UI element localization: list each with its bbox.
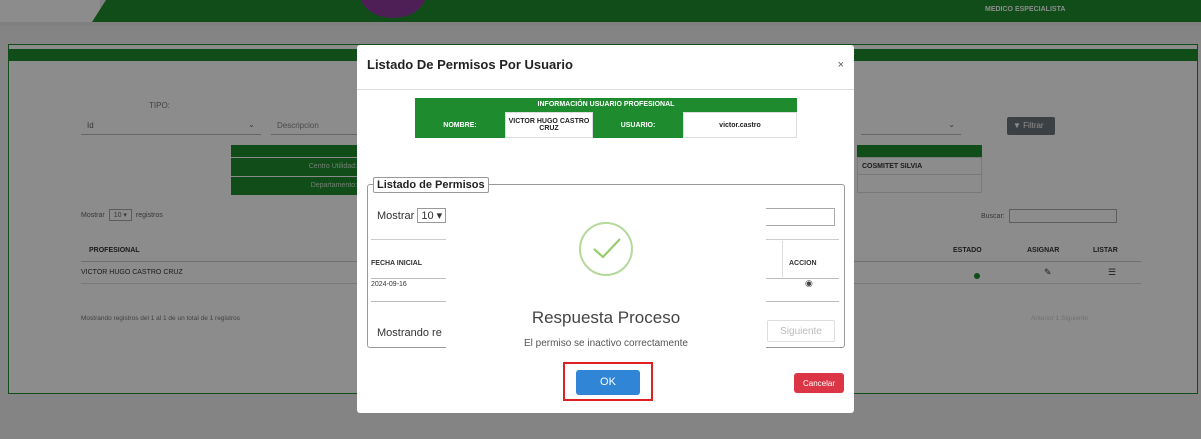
col-fecha-inicial[interactable]: FECHA INICIAL bbox=[371, 260, 422, 267]
nombre-label: NOMBRE: bbox=[415, 112, 505, 138]
user-info-header: INFORMACIÓN USUARIO PROFESIONAL bbox=[415, 98, 797, 112]
ok-highlight: OK bbox=[563, 362, 653, 401]
modal-search-input[interactable] bbox=[765, 208, 835, 226]
toggle-radio-icon[interactable]: ◉ bbox=[805, 278, 813, 289]
user-info-row: NOMBRE: VICTOR HUGO CASTRO CRUZ USUARIO:… bbox=[415, 112, 797, 138]
usuario-value: victor.castro bbox=[683, 112, 797, 138]
alert-title: Respuesta Proceso bbox=[531, 308, 681, 327]
modal-mostrar-prefix: Mostrar bbox=[377, 210, 415, 222]
siguiente-button[interactable]: Siguiente bbox=[767, 320, 835, 342]
nombre-value: VICTOR HUGO CASTRO CRUZ bbox=[505, 112, 593, 138]
modal-header-divider bbox=[357, 89, 854, 90]
modal-mostrar-value: 10 bbox=[421, 210, 434, 222]
success-check-icon bbox=[579, 222, 633, 276]
alert-message: El permiso se inactivo correctamente bbox=[524, 338, 688, 349]
ok-button[interactable]: OK bbox=[576, 370, 640, 395]
modal-mostrar: Mostrar 10 ▾ bbox=[377, 208, 447, 223]
success-alert: Respuesta Proceso El permiso se inactivo… bbox=[446, 202, 766, 410]
column-divider bbox=[782, 241, 783, 277]
user-info-table: INFORMACIÓN USUARIO PROFESIONAL NOMBRE: … bbox=[415, 98, 797, 138]
col-accion[interactable]: ACCION bbox=[789, 260, 817, 267]
row-fecha: 2024-09-16 bbox=[371, 281, 407, 288]
permisos-legend: Listado de Permisos bbox=[373, 177, 489, 193]
close-icon[interactable]: × bbox=[838, 59, 844, 71]
modal-mostrar-select[interactable]: 10 ▾ bbox=[417, 208, 447, 223]
usuario-label: USUARIO: bbox=[593, 112, 683, 138]
cancelar-button[interactable]: Cancelar bbox=[794, 373, 844, 393]
modal-title: Listado De Permisos Por Usuario bbox=[367, 57, 573, 72]
modal-table-info: Mostrando re bbox=[377, 327, 442, 339]
